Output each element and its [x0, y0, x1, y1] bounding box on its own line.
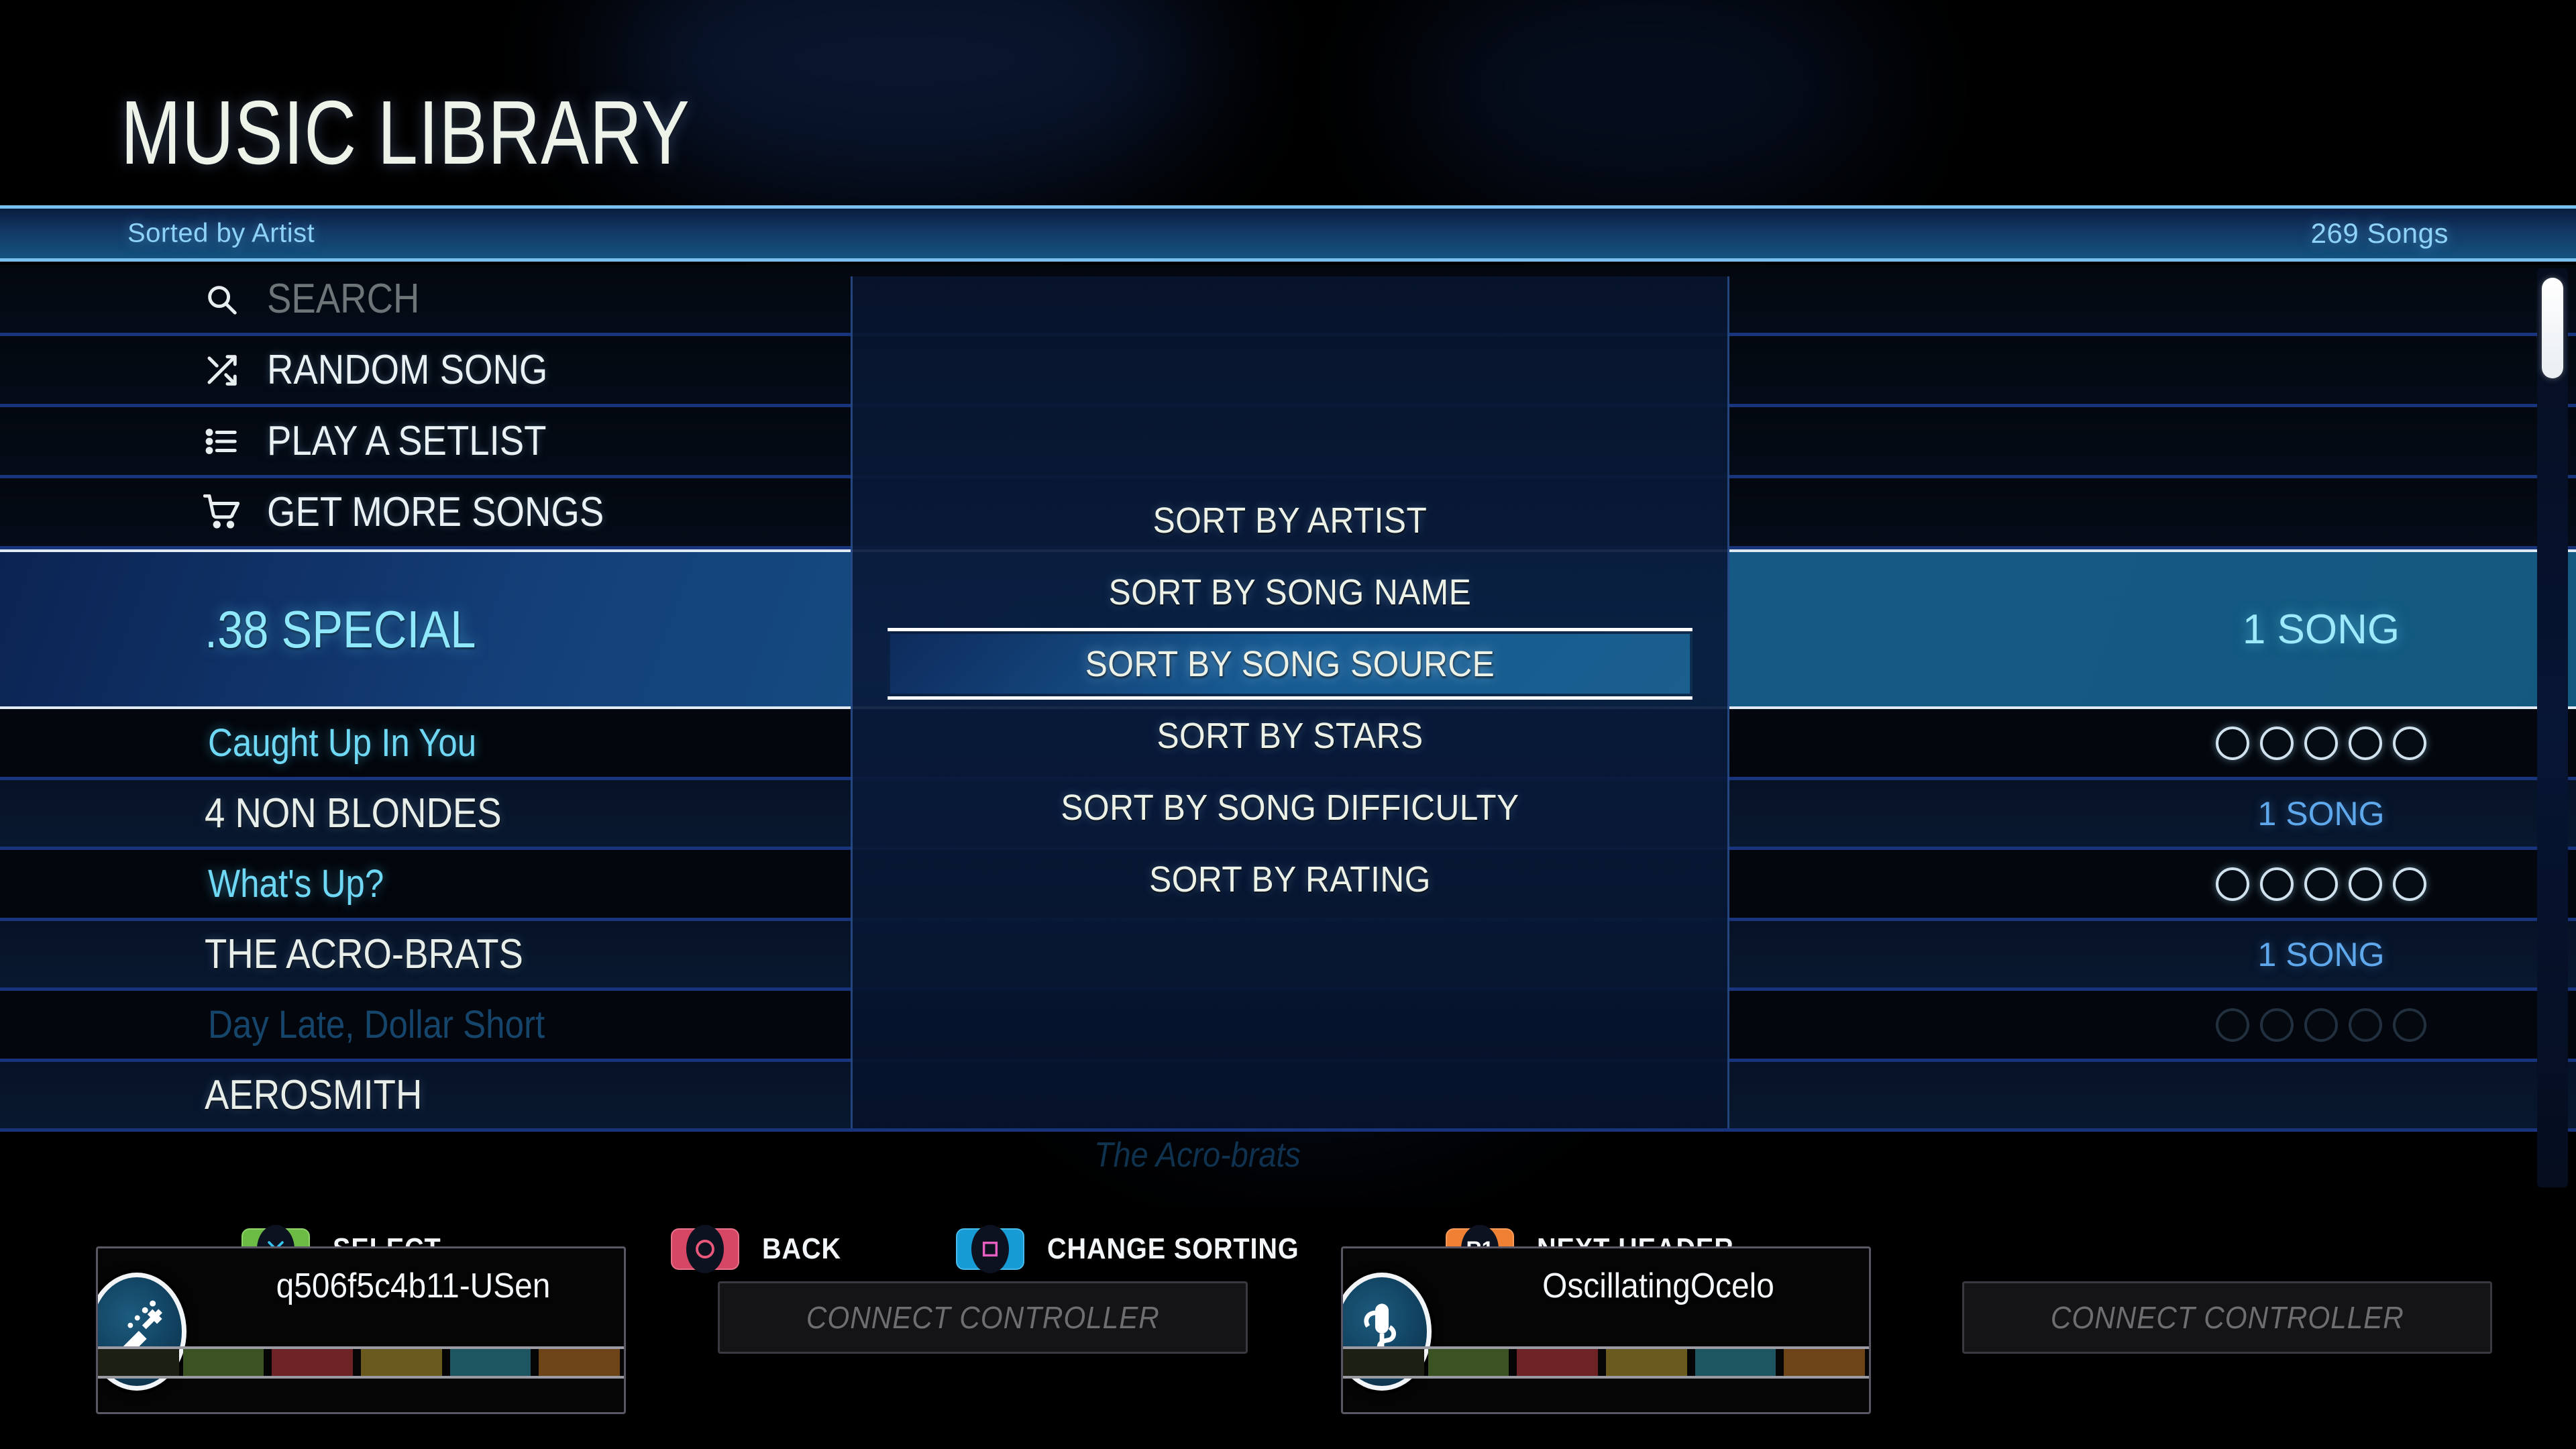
- sort-option-label: SORT BY SONG DIFFICULTY: [1061, 787, 1519, 828]
- scrollbar-thumb[interactable]: [2542, 278, 2563, 378]
- meter-segment: [1343, 1349, 1424, 1376]
- meter-segment: [449, 1349, 531, 1376]
- hint-back[interactable]: BACK: [671, 1222, 850, 1276]
- meter-segment: [182, 1349, 264, 1376]
- sort-option[interactable]: SORT BY ARTIST: [888, 484, 1693, 556]
- sort-option-label: SORT BY RATING: [1149, 859, 1431, 900]
- sort-option-label: SORT BY SONG SOURCE: [1085, 643, 1495, 684]
- sort-menu-panel[interactable]: SORT BY ARTIST SORT BY SONG NAME SORT BY…: [851, 276, 1729, 1175]
- artist-name: 4 NON BLONDES: [205, 790, 502, 837]
- circle-button[interactable]: [671, 1225, 739, 1273]
- artist-name: AEROSMITH: [205, 1072, 423, 1118]
- shopping-cart-icon: [195, 494, 248, 531]
- sorted-by-label: Sorted by Artist: [127, 218, 315, 248]
- ghost-artist-label: The Acro-brats: [1094, 1136, 1301, 1175]
- star-icon: [2393, 867, 2426, 901]
- connect-controller-slot-2[interactable]: CONNECT CONTROLLER: [718, 1281, 1248, 1354]
- star-icon: [2260, 1008, 2294, 1042]
- star-icon: [2216, 1008, 2249, 1042]
- hint-change-sorting[interactable]: CHANGE SORTING: [956, 1222, 1327, 1276]
- star-rating: [2066, 1008, 2576, 1042]
- star-icon: [2260, 726, 2294, 760]
- shuffle-icon: [195, 352, 248, 388]
- connect-controller-label: CONNECT CONTROLLER: [2050, 1300, 2404, 1335]
- star-icon: [2216, 867, 2249, 901]
- meter-segment: [1606, 1349, 1687, 1376]
- star-icon: [2393, 726, 2426, 760]
- song-name: Day Late, Dollar Short: [208, 1003, 545, 1046]
- search-icon: [195, 281, 248, 317]
- player-name: q506f5c4b11-USen: [276, 1267, 551, 1305]
- sort-option[interactable]: SORT BY SONG NAME: [888, 556, 1693, 628]
- star-icon: [2304, 1008, 2338, 1042]
- artist-song-count: 1 SONG: [2257, 794, 2385, 833]
- song-count-label: 269 Songs: [2310, 217, 2449, 249]
- connect-controller-label: CONNECT CONTROLLER: [806, 1300, 1160, 1335]
- title-area: MUSIC LIBRARY: [0, 0, 2576, 216]
- player-name: OscillatingOcelo: [1542, 1267, 1774, 1305]
- meter-segment: [1517, 1349, 1599, 1376]
- meter-segment: [1428, 1349, 1509, 1376]
- scrollbar-track[interactable]: [2537, 268, 2568, 1187]
- star-icon: [2304, 867, 2338, 901]
- sort-option[interactable]: SORT BY RATING: [888, 843, 1693, 915]
- meter-segment: [539, 1349, 621, 1376]
- song-name: What's Up?: [208, 862, 384, 906]
- player-card-3[interactable]: OscillatingOcelo: [1341, 1246, 1871, 1414]
- meter-segment: [272, 1349, 354, 1376]
- star-rating: [2066, 726, 2576, 760]
- star-icon: [2349, 1008, 2382, 1042]
- connect-controller-slot-4[interactable]: CONNECT CONTROLLER: [1962, 1281, 2492, 1354]
- star-icon: [2304, 726, 2338, 760]
- star-icon: [2260, 867, 2294, 901]
- star-rating: [2066, 867, 2576, 901]
- sort-option[interactable]: SORT BY STARS: [888, 700, 1693, 771]
- sort-option-selected[interactable]: SORT BY SONG SOURCE: [888, 628, 1693, 700]
- hint-label: BACK: [762, 1232, 841, 1265]
- player-card-1[interactable]: q506f5c4b11-USen: [96, 1246, 626, 1414]
- meter-segment: [1695, 1349, 1776, 1376]
- action-label: SEARCH: [267, 276, 420, 322]
- meter-segment: [1784, 1349, 1866, 1376]
- meter-segment: [361, 1349, 442, 1376]
- star-icon: [2349, 867, 2382, 901]
- artist-name: THE ACRO-BRATS: [205, 931, 523, 977]
- bottom-hud: SELECT BACK CHANGE SORTING R1 NEXT HEADE…: [0, 1208, 2576, 1449]
- sort-option-label: SORT BY ARTIST: [1152, 500, 1428, 541]
- song-name: Caught Up In You: [208, 721, 477, 765]
- square-button-glyph: [971, 1225, 1009, 1273]
- artist-song-count: 1 SONG: [2242, 606, 2400, 653]
- action-label: RANDOM SONG: [267, 347, 548, 393]
- sort-option[interactable]: SORT BY SONG DIFFICULTY: [888, 771, 1693, 843]
- page-title: MUSIC LIBRARY: [121, 82, 690, 183]
- hint-label: CHANGE SORTING: [1047, 1232, 1299, 1265]
- artist-name: .38 SPECIAL: [205, 599, 476, 659]
- music-library-screen: MUSIC LIBRARY Sorted by Artist 269 Songs…: [0, 0, 2576, 1449]
- artist-song-count: 1 SONG: [2257, 935, 2385, 973]
- player-meter: [98, 1346, 624, 1379]
- star-icon: [2216, 726, 2249, 760]
- sort-option-label: SORT BY SONG NAME: [1108, 572, 1472, 612]
- star-icon: [2393, 1008, 2426, 1042]
- circle-button-glyph: [686, 1225, 724, 1273]
- meter-segment: [98, 1349, 179, 1376]
- player-meter: [1343, 1346, 1869, 1379]
- action-label: GET MORE SONGS: [267, 489, 604, 535]
- sort-option-label: SORT BY STARS: [1157, 715, 1424, 756]
- star-icon: [2349, 726, 2382, 760]
- sorted-by-bar: Sorted by Artist 269 Songs: [0, 205, 2576, 262]
- action-label: PLAY A SETLIST: [267, 418, 547, 464]
- square-button[interactable]: [956, 1225, 1024, 1273]
- list-icon: [195, 423, 248, 460]
